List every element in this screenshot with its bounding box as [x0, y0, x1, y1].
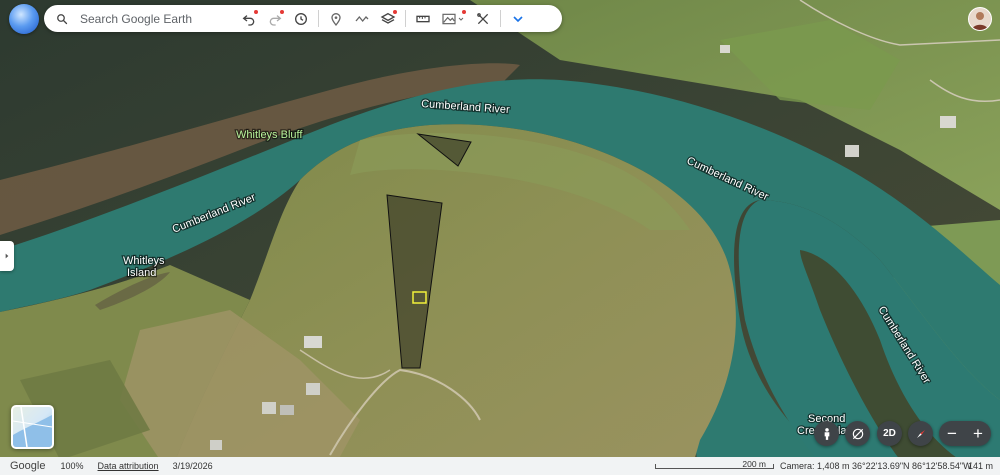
expand-toolbar-button[interactable] — [505, 5, 531, 32]
compass-icon — [916, 429, 925, 438]
redo-button[interactable] — [262, 5, 288, 32]
pegman-icon — [824, 427, 829, 440]
path-icon — [355, 15, 369, 22]
mountain-icon — [442, 13, 456, 24]
google-earth-logo[interactable] — [9, 4, 39, 34]
elevation-profile-button[interactable] — [436, 5, 470, 32]
coordinates: 36°22'13.69"N 86°12'58.54"W — [852, 461, 972, 471]
toolbar-divider — [318, 10, 319, 27]
building — [940, 116, 956, 128]
status-bar: Google 100% Data attribution 3/19/2026 2… — [0, 457, 1000, 475]
scale-bar: 200 m — [655, 459, 774, 471]
undo-button[interactable] — [236, 5, 262, 32]
data-attribution-link[interactable]: Data attribution — [98, 461, 159, 471]
add-placemark-button[interactable] — [323, 5, 349, 32]
measure-button[interactable] — [410, 5, 436, 32]
tools-icon — [477, 12, 489, 24]
toggle-3d-buildings-button[interactable] — [845, 421, 870, 446]
elevation-indicator-dot — [462, 10, 466, 14]
draw-path-button[interactable] — [349, 5, 375, 32]
camera-altitude: Camera: 1,408 m — [780, 461, 850, 471]
layers-indicator-dot — [393, 10, 397, 14]
scale-bar-line — [655, 464, 774, 469]
history-icon — [295, 12, 307, 25]
compass-button[interactable] — [908, 421, 933, 446]
building — [845, 145, 859, 157]
tools-button[interactable] — [470, 5, 496, 32]
main-toolbar — [44, 5, 562, 32]
street-view-button[interactable] — [814, 421, 839, 446]
account-avatar[interactable] — [968, 7, 992, 31]
no-3d-icon — [852, 428, 863, 439]
google-brand: Google — [10, 460, 46, 472]
map-style-icon — [13, 407, 52, 447]
label-whitleys-bluff: Whitleys Bluff — [236, 129, 303, 141]
building — [720, 45, 730, 53]
chevron-right-icon — [5, 253, 9, 259]
historical-imagery-button[interactable] — [288, 5, 314, 32]
search-input[interactable] — [78, 10, 232, 27]
label-whitleys-island-2: Island — [127, 267, 156, 279]
zoom-control: − + — [939, 421, 991, 446]
user-icon — [972, 12, 988, 30]
zoom-percent: 100% — [60, 461, 84, 471]
redo-indicator-dot — [280, 10, 284, 14]
building — [304, 336, 322, 348]
building — [306, 383, 320, 395]
zoom-in-button[interactable]: + — [965, 421, 991, 446]
ground-elevation: 141 m — [968, 461, 994, 471]
building — [210, 440, 222, 450]
chevron-down-icon — [458, 17, 464, 21]
search-icon — [57, 13, 68, 24]
building — [262, 402, 276, 414]
zoom-out-button[interactable]: − — [939, 421, 965, 446]
satellite-map[interactable]: Cumberland River Cumberland River Cumber… — [0, 0, 1000, 475]
toolbar-divider — [500, 10, 501, 27]
search-box[interactable] — [44, 5, 236, 32]
two-d-button[interactable]: 2D — [877, 421, 902, 446]
layers-button[interactable] — [375, 5, 401, 32]
side-panel-toggle[interactable] — [0, 241, 14, 271]
map-style-button[interactable] — [11, 405, 54, 449]
undo-indicator-dot — [254, 10, 258, 14]
ruler-icon — [416, 15, 430, 22]
building — [280, 405, 294, 415]
toolbar-divider — [405, 10, 406, 27]
imagery-date: 3/19/2026 — [172, 461, 213, 471]
chevron-down-icon — [513, 15, 523, 22]
label-whitleys-island-1: Whitleys — [123, 255, 165, 267]
two-d-label: 2D — [883, 428, 896, 439]
placemark-icon — [331, 12, 341, 26]
